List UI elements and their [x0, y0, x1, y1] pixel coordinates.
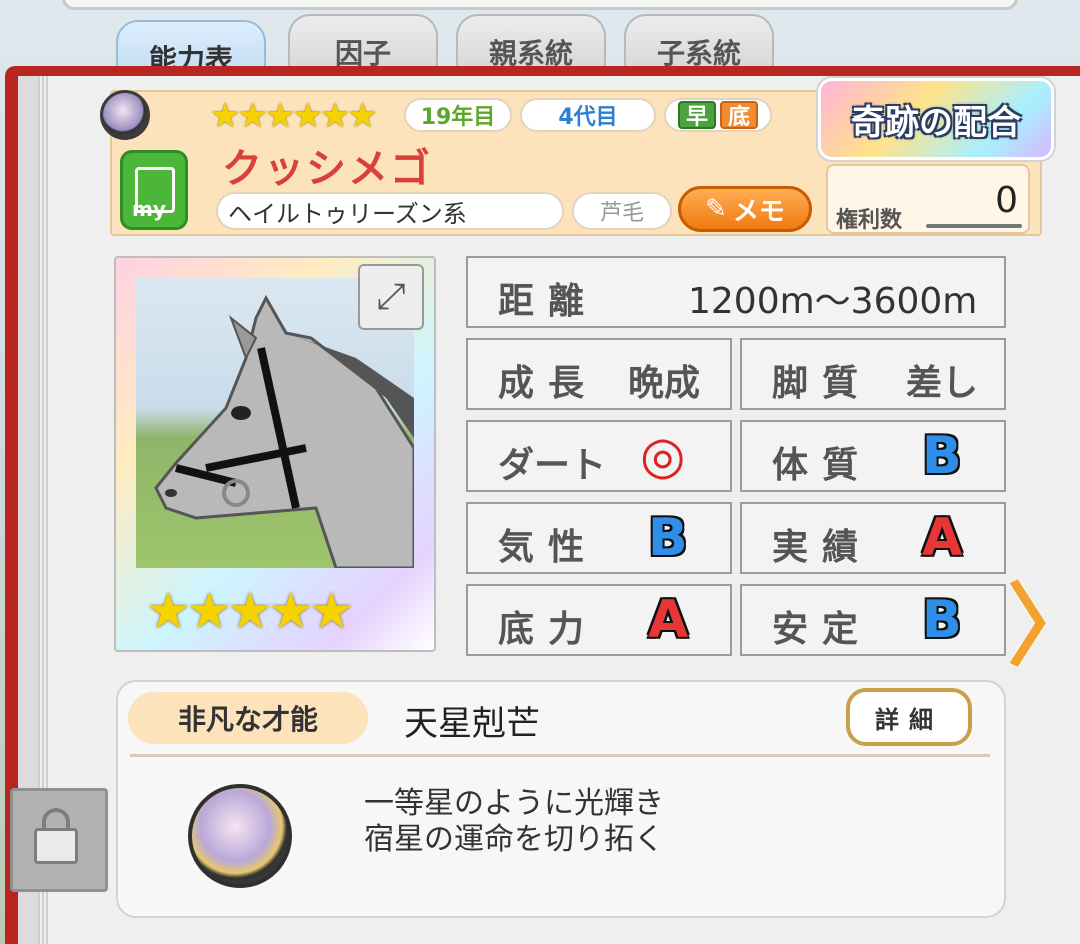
lock-body [34, 828, 78, 864]
base-badge: 底 [720, 101, 758, 130]
memo-button[interactable]: ✎ メモ [678, 186, 812, 232]
stat-leg-type: 脚質 差し [740, 338, 1006, 410]
stat-dirt-value: ◎ [640, 426, 686, 486]
rights-value: 0 [995, 180, 1018, 221]
stat-record: 実績 A [740, 502, 1006, 574]
memo-label: メモ [732, 196, 785, 227]
stat-stamina-value: A [648, 590, 689, 650]
miracle-breeding-button[interactable]: 奇跡の配合 [818, 78, 1054, 160]
rarity-stars: ★★★★★★ [210, 96, 378, 136]
talent-emblem-icon [188, 784, 292, 888]
stat-distance-value: 1200m〜3600m [688, 281, 978, 322]
coat-color-field: 芦毛 [572, 192, 672, 230]
expand-icon[interactable]: ⤢ [358, 264, 424, 330]
horse-emblem-icon [100, 90, 150, 140]
talent-description: 一等星のように光輝き 宿星の運命を切り拓く [364, 786, 664, 858]
pencil-icon: ✎ [705, 194, 727, 224]
rights-label: 権利数 [836, 208, 903, 233]
stat-stability-label: 安定 [772, 609, 873, 650]
generation-count-badge: 4代目 [520, 98, 656, 132]
stat-stamina: 底力 A [466, 584, 732, 656]
stat-temper: 気性 B [466, 502, 732, 574]
stat-constitution-value: B [922, 426, 962, 486]
lineage-field: ヘイルトゥリーズン系 [216, 192, 564, 230]
generation-years-badge: 19年目 [404, 98, 512, 132]
stat-dirt-label: ダート [498, 445, 607, 486]
stat-dirt: ダート ◎ [466, 420, 732, 492]
my-badge-label: my [132, 197, 166, 221]
stat-constitution-label: 体質 [772, 445, 873, 486]
stat-growth-value: 晩成 [628, 363, 701, 404]
rights-underline [926, 224, 1022, 228]
talent-tag: 非凡な才能 [128, 692, 368, 744]
talent-desc-line-2: 宿星の運命を切り拓く [364, 822, 664, 857]
stat-leg-type-value: 差し [906, 363, 979, 404]
talent-desc-line-1: 一等星のように光輝き [364, 786, 664, 821]
stat-constitution: 体質 B [740, 420, 1006, 492]
stat-stamina-label: 底力 [498, 609, 599, 650]
detail-button[interactable]: 詳細 [846, 688, 972, 746]
top-dialog-edge [62, 0, 1018, 10]
stat-temper-label: 気性 [498, 527, 599, 568]
stat-stability-value: B [922, 590, 962, 650]
talent-divider [130, 754, 990, 757]
horse-name: クッシメゴ [222, 146, 432, 192]
talent-name: 天星剋芒 [404, 704, 540, 744]
my-horse-icon: my [120, 150, 188, 230]
stat-distance-label: 距離 [498, 281, 599, 322]
next-page-arrow-icon[interactable]: 〉 [1007, 568, 1080, 679]
stat-temper-value: B [648, 508, 688, 568]
aptitude-badges: 早 底 [664, 98, 772, 132]
stat-record-label: 実績 [772, 527, 873, 568]
portrait-stars: ★★★★★ [146, 582, 354, 640]
rights-count-box: 権利数 0 [826, 164, 1030, 234]
stat-stability: 安定 B [740, 584, 1006, 656]
stat-leg-type-label: 脚質 [772, 363, 873, 404]
stat-growth-label: 成長 [498, 363, 599, 404]
stat-distance: 距離 1200m〜3600m [466, 256, 1006, 328]
stat-record-value: A [922, 508, 963, 568]
stat-growth: 成長 晩成 [466, 338, 732, 410]
early-badge: 早 [678, 101, 716, 130]
